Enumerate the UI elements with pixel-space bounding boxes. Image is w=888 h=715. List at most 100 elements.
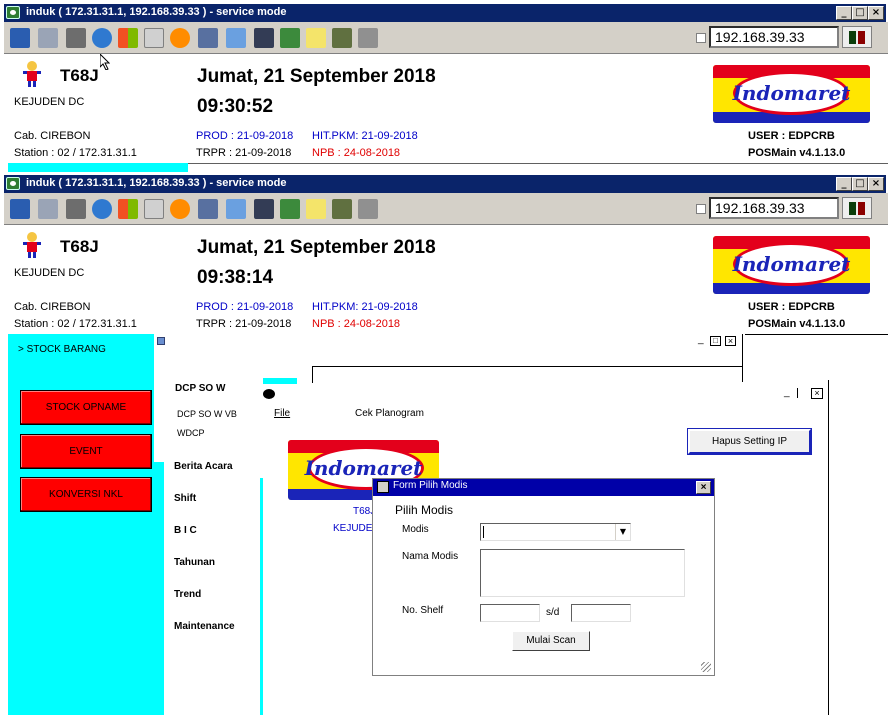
window1-maximize-button[interactable]: □ <box>852 6 868 20</box>
drive-icon[interactable] <box>144 28 164 48</box>
dcp-item-wdcp[interactable]: WDCP <box>177 428 205 438</box>
window2-toolbar: 192.168.39.33 <box>4 193 888 225</box>
ip-checkbox[interactable] <box>696 204 706 214</box>
ip-address-field[interactable]: 192.168.39.33 <box>709 197 839 219</box>
copy-icon[interactable] <box>358 28 378 48</box>
copy-icon[interactable] <box>358 199 378 219</box>
section-shift[interactable]: Shift <box>164 489 260 511</box>
window1-cyan-strip <box>8 163 188 172</box>
chip-icon[interactable] <box>332 199 352 219</box>
transfer-icon[interactable] <box>280 199 300 219</box>
section-tahunan[interactable]: Tahunan <box>164 553 260 575</box>
hit-pkm-date: HIT.PKM: 21-09-2018 <box>312 130 418 142</box>
version-label: POSMain v4.1.13.0 <box>748 147 846 159</box>
drive-icon[interactable] <box>144 199 164 219</box>
tools-icon[interactable] <box>66 199 86 219</box>
nama-modis-field[interactable] <box>480 549 685 597</box>
display-icon[interactable] <box>254 199 274 219</box>
form-icon <box>377 481 389 493</box>
ip-address-field[interactable]: 192.168.39.33 <box>709 26 839 48</box>
branch-label: Cab. CIREBON <box>14 301 91 313</box>
store-name: KEJUDEN DC <box>14 96 85 108</box>
logo-text: Indomaret <box>732 252 851 276</box>
npb-date: NPB : 24-08-2018 <box>312 147 401 159</box>
status-flag-icon <box>842 26 872 48</box>
resize-grip-icon[interactable] <box>701 662 711 672</box>
tools-icon[interactable] <box>66 28 86 48</box>
chevron-down-icon[interactable]: ▼ <box>615 524 630 540</box>
no-shelf-label: No. Shelf <box>402 605 444 616</box>
display-icon[interactable] <box>254 28 274 48</box>
event-button[interactable]: EVENT <box>20 434 152 469</box>
store-code: T68J <box>60 237 99 256</box>
chip-icon[interactable] <box>332 28 352 48</box>
logo-text: Indomaret <box>304 456 423 480</box>
dialog-close-button[interactable]: × <box>696 481 711 494</box>
cek-planogram-menu[interactable]: Cek Planogram <box>355 408 424 419</box>
store-code: T68J <box>60 66 99 85</box>
ip-checkbox[interactable] <box>696 33 706 43</box>
mascot-icon <box>23 61 41 87</box>
window2-maximize-button[interactable]: □ <box>852 177 868 191</box>
window2-title-bar[interactable]: induk ( 172.31.31.1, 192.168.39.33 ) - s… <box>4 175 886 193</box>
konversi-nkl-button[interactable]: KONVERSI NKL <box>20 477 152 512</box>
tree-icon[interactable] <box>38 199 58 219</box>
trpr-date: TRPR : 21-09-2018 <box>196 147 292 159</box>
window2-header: T68J KEJUDEN DC Cab. CIREBON Station : 0… <box>8 226 886 340</box>
shelf-to-field[interactable] <box>571 604 631 622</box>
section-maintenance[interactable]: Maintenance <box>164 617 260 639</box>
window2-minimize-button[interactable]: _ <box>836 177 852 191</box>
notepad-icon[interactable] <box>306 28 326 48</box>
stock-opname-button[interactable]: STOCK OPNAME <box>20 390 152 425</box>
section-trend[interactable]: Trend <box>164 585 260 607</box>
time-label: 09:30:52 <box>197 96 274 117</box>
user-label: USER : EDPCRB <box>748 301 835 313</box>
dialog-title-bar[interactable]: Form Pilih Modis × <box>373 479 714 496</box>
prod-date: PROD : 21-09-2018 <box>196 130 294 142</box>
sub1-left-edge <box>742 334 743 382</box>
date-label: Jumat, 21 September 2018 <box>197 237 436 258</box>
window1-close-button[interactable]: × <box>868 6 884 20</box>
sub1-close-button[interactable]: × <box>725 336 736 346</box>
fullscreen-icon[interactable] <box>226 199 246 219</box>
cursor-blob-icon <box>263 389 275 399</box>
fullscreen-icon[interactable] <box>226 28 246 48</box>
text-caret <box>483 526 484 538</box>
dcp-item-vb[interactable]: DCP SO W VB <box>177 409 237 419</box>
modis-select[interactable]: ▼ <box>480 523 631 541</box>
shelf-from-field[interactable] <box>480 604 540 622</box>
branch-label: Cab. CIREBON <box>14 130 91 142</box>
windows-icon[interactable] <box>118 199 138 219</box>
sub1-minimize-button[interactable]: _ <box>698 334 704 345</box>
notepad-icon[interactable] <box>306 199 326 219</box>
monitor-icon[interactable] <box>10 28 30 48</box>
window2-close-button[interactable]: × <box>868 177 884 191</box>
refresh-icon[interactable] <box>92 199 112 219</box>
form-pilih-modis-dialog: Form Pilih Modis × Pilih Modis Modis ▼ N… <box>372 478 715 676</box>
user-label: USER : EDPCRB <box>748 130 835 142</box>
time-label: 09:38:14 <box>197 267 274 288</box>
file-menu[interactable]: File <box>274 408 290 419</box>
hapus-setting-ip-button[interactable]: Hapus Setting IP <box>687 428 812 455</box>
window1-minimize-button[interactable]: _ <box>836 6 852 20</box>
alert-icon[interactable] <box>170 199 190 219</box>
sub2-close-button[interactable]: × <box>811 388 823 399</box>
dcp-cyan-strip <box>154 462 164 715</box>
dialog-title: Form Pilih Modis <box>393 480 468 491</box>
indomaret-logo: Indomaret <box>713 236 870 294</box>
transfer-icon[interactable] <box>280 28 300 48</box>
window1-title-bar[interactable]: induk ( 172.31.31.1, 192.168.39.33 ) - s… <box>4 4 886 22</box>
network-error-icon[interactable] <box>198 28 218 48</box>
windows-icon[interactable] <box>118 28 138 48</box>
sub2-minimize-button[interactable]: _ <box>784 387 790 398</box>
mulai-scan-button[interactable]: Mulai Scan <box>512 631 590 651</box>
sub1-maximize-button[interactable]: □ <box>710 336 721 346</box>
window1-header: T68J KEJUDEN DC Cab. CIREBON Station : 0… <box>8 55 886 169</box>
network-error-icon[interactable] <box>198 199 218 219</box>
section-berita-acara[interactable]: Berita Acara <box>164 457 260 479</box>
alert-icon[interactable] <box>170 28 190 48</box>
monitor-icon[interactable] <box>10 199 30 219</box>
section-bic[interactable]: B I C <box>164 521 260 543</box>
refresh-icon[interactable] <box>92 28 112 48</box>
tree-icon[interactable] <box>38 28 58 48</box>
